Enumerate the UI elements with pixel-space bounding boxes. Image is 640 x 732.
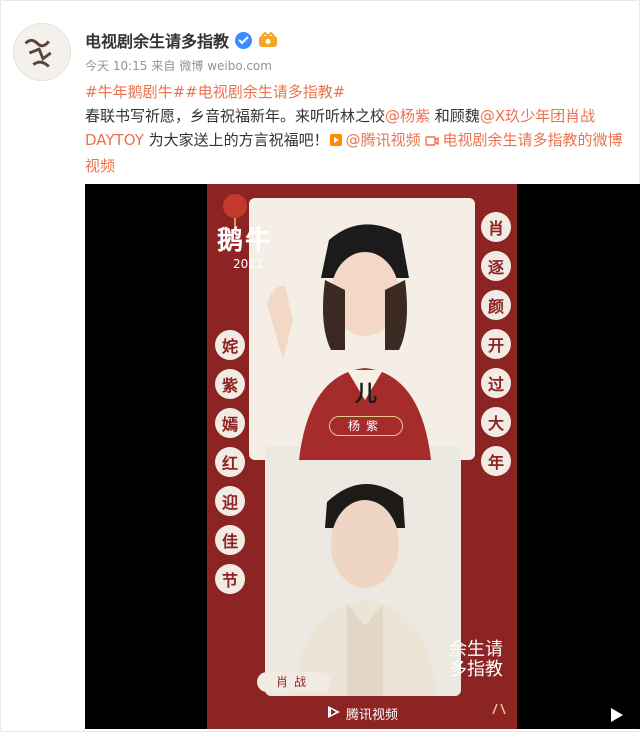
couplet-char: 红 [215, 447, 245, 477]
couplet-char: 年 [481, 446, 511, 476]
video-link-icon [425, 130, 440, 154]
subtitle-char: 儿 [355, 382, 378, 407]
name-tag-2: 肖战 [257, 672, 331, 692]
mention-link-3[interactable]: @腾讯视频 [346, 131, 421, 149]
avatar-logo-icon [14, 24, 70, 80]
post-text-part-2: 和顾魏 [430, 107, 480, 125]
platform-text: 腾讯视频 [345, 708, 398, 723]
verified-icon [235, 31, 253, 49]
play-button-icon[interactable] [607, 706, 625, 724]
couplet-char: 肖 [481, 212, 511, 242]
right-couplet: 肖 逐 颜 开 过 大 年 [481, 212, 511, 476]
topic-link-2[interactable]: #电视剧余生请多指教# [185, 83, 345, 101]
couplet-char: 逐 [481, 251, 511, 281]
newyear-logo-text: 鹅牛 [217, 226, 274, 256]
couplet-char: 嫣 [215, 408, 245, 438]
account-name[interactable]: 电视剧余生请多指教 [85, 28, 229, 52]
couplet-char: 颜 [481, 290, 511, 320]
weibo-post-card: 电视剧余生请多指教 今天 10:15 来自 微博 weibo.com #牛年鹅剧… [0, 0, 640, 732]
post-text-part-3: 为大家送上的方言祝福吧！ [143, 131, 329, 149]
couplet-char: 迎 [215, 486, 245, 516]
mention-link-1[interactable]: @杨紫 [385, 107, 430, 125]
post-text: #牛年鹅剧牛##电视剧余生请多指教# 春联书写祈愿，乡音祝福新年。来听听林之校@… [85, 80, 631, 178]
account-name-row: 电视剧余生请多指教 [85, 28, 278, 52]
video-poster: 鹅牛 2021 姹 紫 嫣 红 迎 佳 节 肖 逐 颜 开 过 大 年 儿 杨紫… [207, 184, 517, 729]
couplet-char: 过 [481, 368, 511, 398]
couplet-char: 节 [215, 564, 245, 594]
tencent-video-icon [329, 130, 343, 154]
post-time[interactable]: 今天 10:15 [85, 57, 147, 74]
tencent-video-logo-icon [326, 705, 342, 723]
video-player[interactable]: 鹅牛 2021 姹 紫 嫣 红 迎 佳 节 肖 逐 颜 开 过 大 年 儿 杨紫… [85, 184, 640, 729]
post-meta: 今天 10:15 来自 微博 weibo.com [85, 57, 272, 74]
couplet-char: 开 [481, 329, 511, 359]
topic-link-1[interactable]: #牛年鹅剧牛# [85, 83, 185, 101]
vip-badge-icon[interactable] [258, 31, 278, 48]
couplet-char: 姹 [215, 330, 245, 360]
account-avatar[interactable] [13, 23, 71, 81]
platform-watermark: 腾讯视频 [207, 704, 517, 723]
left-couplet: 姹 紫 嫣 红 迎 佳 节 [215, 330, 245, 594]
newyear-year: 2021 [233, 257, 264, 271]
from-label: 来自 [151, 59, 176, 73]
drama-title-art: 余生请多指教 [449, 639, 503, 680]
newyear-logo: 鹅牛 2021 [217, 220, 273, 271]
post-text-part-1: 春联书写祈愿，乡音祝福新年。来听听林之校 [85, 107, 386, 125]
couplet-char: 紫 [215, 369, 245, 399]
couplet-char: 佳 [215, 525, 245, 555]
couplet-char: 大 [481, 407, 511, 437]
post-source[interactable]: 微博 weibo.com [179, 57, 272, 74]
name-tag-1: 杨紫 [329, 416, 403, 436]
